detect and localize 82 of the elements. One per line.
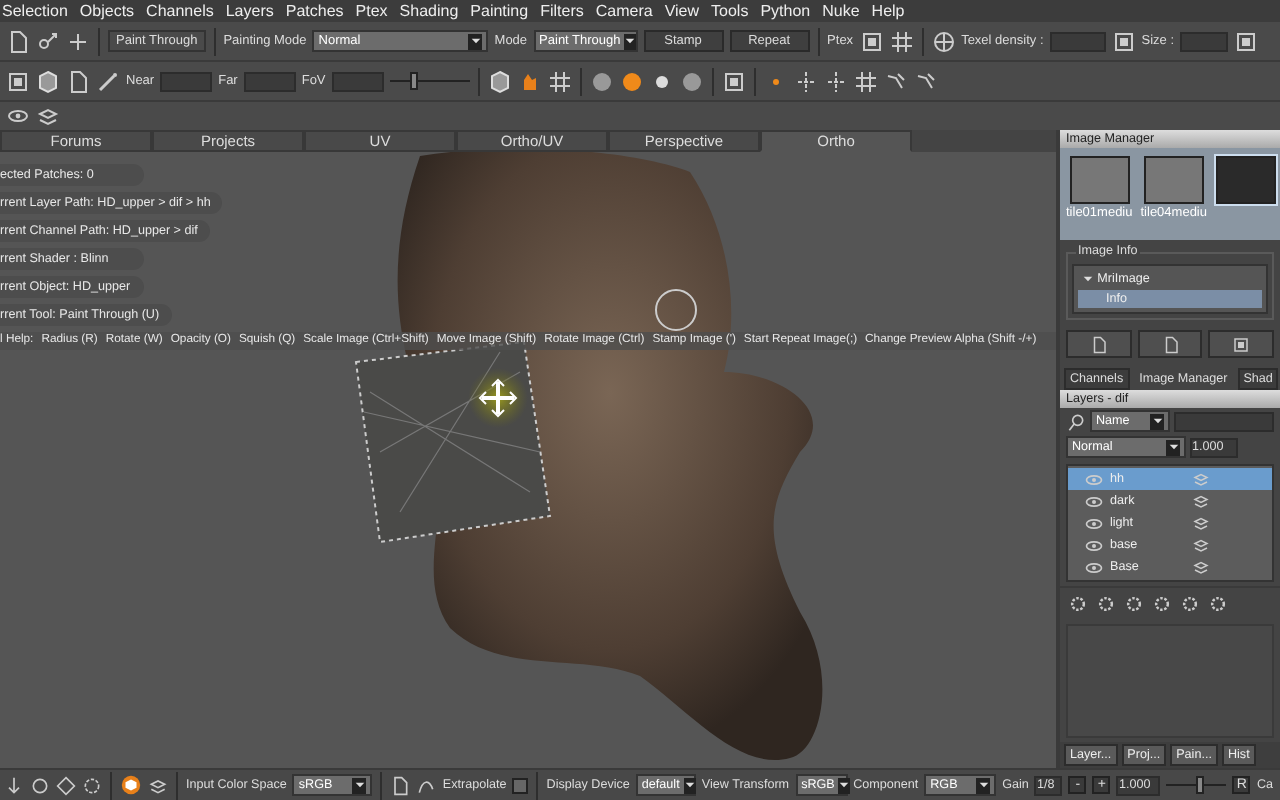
menu-item[interactable]: Shading [399, 1, 459, 21]
dropdown-caret-icon[interactable] [353, 780, 366, 790]
brush-glow-icon [468, 368, 528, 428]
dashed-circle-icon[interactable] [82, 775, 102, 795]
dropdown-caret-icon[interactable] [624, 36, 637, 46]
diamond-icon[interactable] [56, 775, 76, 795]
grid-icon[interactable] [547, 69, 572, 93]
extrapolate-checkbox[interactable] [512, 777, 529, 793]
near-field[interactable] [160, 71, 213, 91]
layer-icon[interactable] [1192, 536, 1210, 555]
menu-item[interactable]: Painting [470, 1, 529, 21]
fov-slider-thumb[interactable] [409, 72, 418, 90]
brush-cursor-icon [655, 289, 697, 331]
menu-item[interactable]: View [664, 1, 700, 21]
hexagon-icon[interactable] [120, 774, 142, 796]
dropdown-caret-icon[interactable] [1151, 416, 1163, 427]
menu-item[interactable]: Ptex [355, 1, 388, 21]
sphere-icon[interactable] [679, 69, 704, 93]
frame-icon[interactable] [1111, 29, 1136, 53]
texel-density-field[interactable] [1049, 31, 1106, 51]
texture-thumbnail[interactable] [1143, 156, 1204, 204]
menu-item[interactable]: Filters [540, 1, 584, 21]
dropdown-caret-icon[interactable] [838, 780, 851, 790]
grid-icon[interactable] [853, 69, 878, 93]
fov-field[interactable] [331, 71, 384, 91]
menu-item[interactable]: Camera [595, 1, 653, 21]
menu-item[interactable]: Channels [146, 1, 214, 21]
circle-select-icon[interactable] [30, 775, 50, 795]
gain-slider-thumb[interactable] [1195, 776, 1204, 794]
eye-icon[interactable] [1084, 535, 1104, 556]
page-icon [1089, 335, 1108, 354]
wand-icon[interactable] [96, 69, 120, 93]
frame-icon[interactable] [721, 69, 746, 93]
page-icon[interactable] [390, 775, 411, 795]
eye-icon[interactable] [1084, 557, 1104, 578]
layer-icon[interactable] [36, 104, 60, 128]
layer-icon[interactable] [148, 775, 168, 795]
globe-icon[interactable] [931, 29, 956, 53]
menu-item[interactable]: Help [871, 1, 905, 21]
image-action-button[interactable] [1066, 330, 1132, 359]
menu-item[interactable]: Nuke [822, 1, 860, 21]
menu-item[interactable]: Selection [2, 1, 68, 21]
menu-item[interactable]: Tools [711, 1, 749, 21]
expand-arrow-icon[interactable] [1082, 274, 1094, 285]
frame-icon[interactable] [6, 69, 30, 93]
image-action-button[interactable] [1137, 330, 1203, 359]
frame-icon[interactable] [859, 29, 884, 53]
node-icon[interactable] [36, 29, 60, 53]
move-cursor-icon [478, 378, 518, 418]
page-icon[interactable] [66, 69, 90, 93]
grid-icon[interactable] [889, 29, 914, 53]
menu-item[interactable]: Patches [285, 1, 344, 21]
texture-thumbnail[interactable] [1215, 156, 1275, 204]
dropdown-caret-icon[interactable] [469, 36, 482, 46]
search-icon[interactable] [1066, 411, 1086, 432]
menu-item[interactable]: Python [760, 1, 811, 21]
page-icon[interactable] [6, 29, 30, 53]
far-field[interactable] [243, 71, 296, 91]
crosshair-icon[interactable] [793, 69, 818, 93]
arrow-down-icon[interactable] [4, 775, 24, 795]
dropdown-caret-icon[interactable] [683, 780, 696, 790]
eye-icon[interactable] [6, 104, 30, 128]
sphere-icon[interactable] [589, 69, 614, 93]
dropdown-caret-icon[interactable] [977, 780, 990, 790]
layer-icon[interactable] [1192, 514, 1210, 533]
frame-icon [1232, 335, 1251, 354]
sphere-icon[interactable] [619, 69, 644, 93]
eye-icon[interactable] [1084, 513, 1104, 534]
layer-icon[interactable] [1192, 492, 1210, 511]
frame-icon[interactable] [1234, 29, 1259, 53]
page-icon [1161, 335, 1179, 354]
dropdown-caret-icon[interactable] [1167, 442, 1179, 453]
menu-item[interactable]: Layers [225, 1, 274, 21]
eye-icon[interactable] [1084, 491, 1104, 512]
curve-icon[interactable] [416, 775, 437, 795]
crosshair-icon[interactable] [823, 69, 848, 93]
size-field[interactable] [1180, 31, 1229, 51]
layer-icon[interactable] [1192, 558, 1210, 577]
search-field[interactable] [1174, 411, 1274, 432]
image-action-button[interactable] [1208, 330, 1275, 359]
texture-thumbnail[interactable] [1069, 156, 1130, 204]
menu-item[interactable]: Objects [79, 1, 135, 21]
